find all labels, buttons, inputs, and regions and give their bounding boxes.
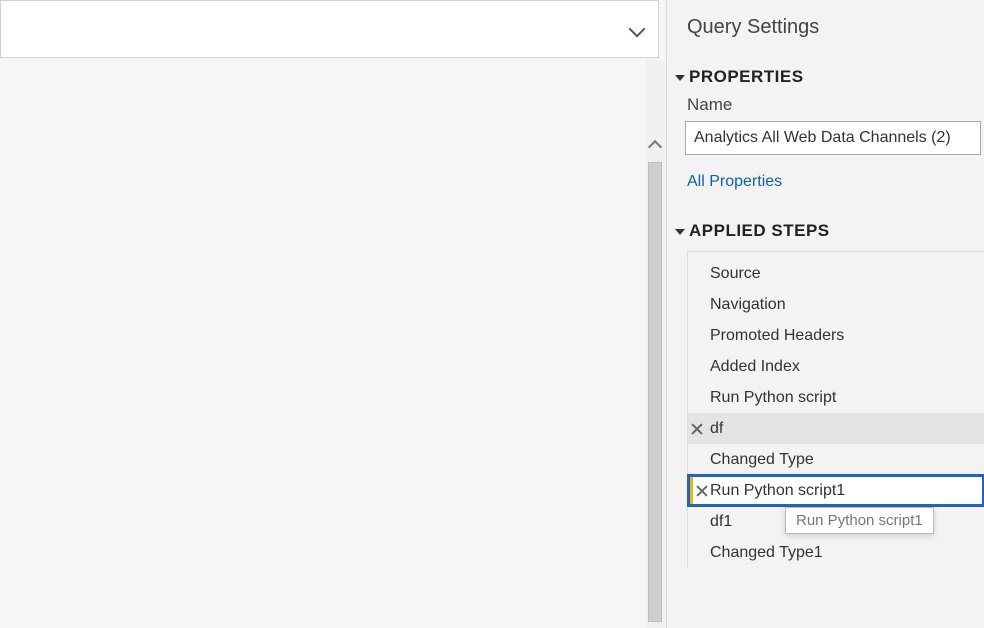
step-changed-type1[interactable]: Changed Type1 (688, 537, 984, 568)
collapse-icon (675, 75, 685, 81)
step-label: Run Python script1 (710, 482, 845, 500)
collapse-icon (675, 229, 685, 235)
vertical-scrollbar[interactable] (646, 60, 665, 628)
step-label: Added Index (710, 358, 800, 376)
step-label: Navigation (710, 296, 786, 314)
step-changed-type[interactable]: Changed Type (688, 444, 984, 475)
step-label: Changed Type1 (710, 544, 823, 562)
step-navigation[interactable]: Navigation (688, 289, 984, 320)
step-label: Changed Type (710, 451, 814, 469)
delete-step-icon[interactable] (695, 484, 709, 498)
properties-label: PROPERTIES (689, 67, 804, 87)
scroll-thumb[interactable] (648, 162, 662, 622)
chevron-down-icon (628, 20, 646, 38)
properties-section-header[interactable]: PROPERTIES (677, 67, 984, 87)
main-content-area (0, 0, 665, 628)
all-properties-link[interactable]: All Properties (687, 173, 782, 191)
applied-steps-section-header[interactable]: APPLIED STEPS (677, 221, 984, 241)
step-source[interactable]: Source (688, 258, 984, 289)
step-promoted-headers[interactable]: Promoted Headers (688, 320, 984, 351)
step-tooltip: Run Python script1 (785, 507, 934, 534)
applied-steps-label: APPLIED STEPS (689, 221, 830, 241)
formula-bar-dropdown[interactable] (0, 0, 659, 58)
step-label: df1 (710, 513, 732, 531)
step-label: df (710, 420, 723, 438)
scroll-up-icon[interactable] (648, 138, 662, 152)
name-field-label: Name (687, 95, 984, 115)
step-label: Run Python script (710, 389, 836, 407)
step-label: Promoted Headers (710, 327, 844, 345)
step-added-index[interactable]: Added Index (688, 351, 984, 382)
query-name-input[interactable] (685, 121, 981, 155)
step-run-python-script[interactable]: Run Python script (688, 382, 984, 413)
panel-title: Query Settings (677, 16, 984, 39)
delete-step-icon[interactable] (690, 422, 704, 436)
step-df[interactable]: df (688, 413, 984, 444)
step-run-python-script1[interactable]: Run Python script1 (688, 475, 984, 506)
step-label: Source (710, 265, 761, 283)
